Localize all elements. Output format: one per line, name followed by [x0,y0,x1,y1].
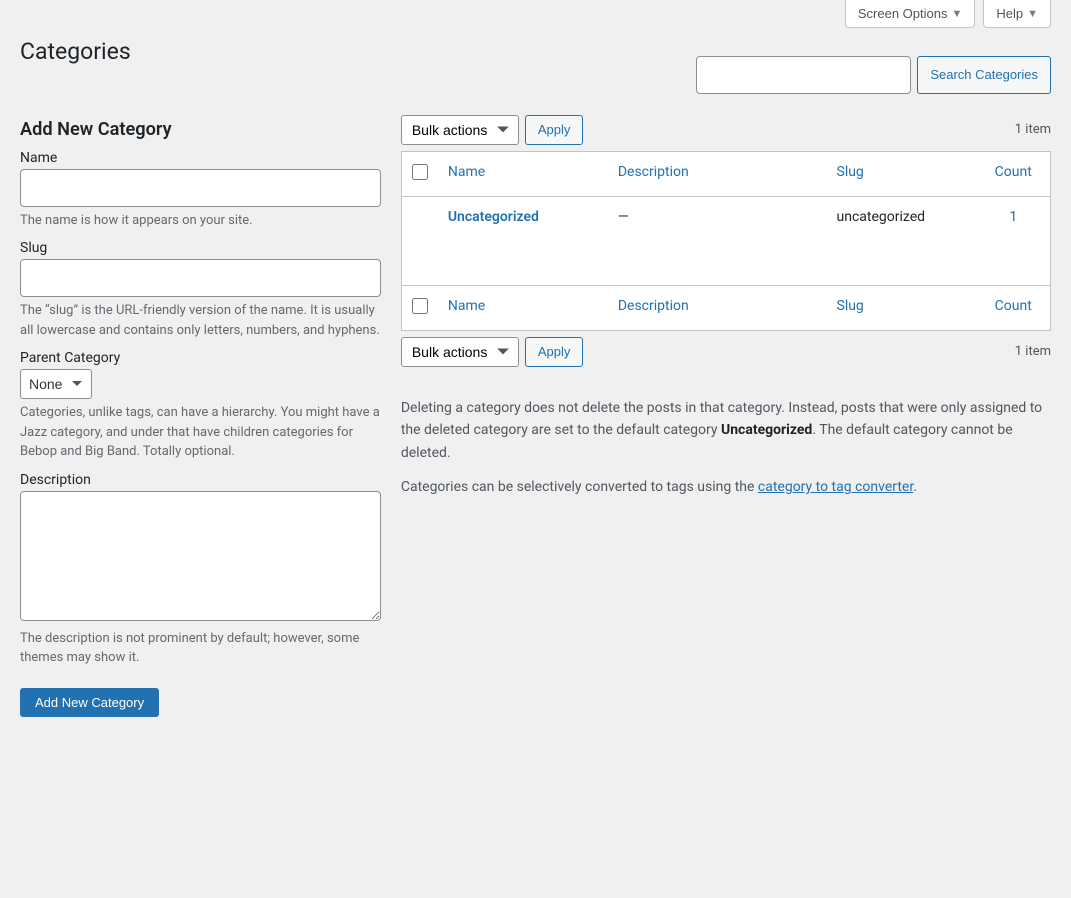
item-count-top: 1 item [1015,122,1051,137]
col-name-foot[interactable]: Name [448,298,485,314]
submit-button[interactable]: Add New Category [20,688,159,717]
item-count-bottom: 1 item [1015,344,1051,359]
chevron-down-icon: ▼ [1027,8,1038,20]
col-count-foot[interactable]: Count [995,298,1032,314]
categories-table: Name Description Slug Count Uncategorize… [401,151,1051,331]
col-name[interactable]: Name [448,164,485,180]
name-help: The name is how it appears on your site. [20,211,381,231]
search-button[interactable]: Search Categories [917,56,1051,94]
col-description[interactable]: Description [618,164,689,180]
col-slug-foot[interactable]: Slug [837,298,864,314]
row-description: — [608,196,827,285]
chevron-down-icon: ▼ [951,8,962,20]
name-label: Name [20,150,381,166]
col-count[interactable]: Count [995,164,1032,180]
description-help: The description is not prominent by defa… [20,629,381,668]
parent-select[interactable]: None [20,369,92,399]
converter-link[interactable]: category to tag converter [758,479,913,495]
description-label: Description [20,472,381,488]
help-label: Help [996,6,1023,21]
screen-options-label: Screen Options [858,6,948,21]
table-row: Uncategorized — uncategorized 1 [401,196,1050,285]
select-all-top[interactable] [412,164,428,180]
slug-label: Slug [20,240,381,256]
col-description-foot[interactable]: Description [618,298,689,314]
apply-bottom[interactable]: Apply [525,337,584,367]
bulk-actions-bottom[interactable]: Bulk actions [401,337,519,367]
slug-help: The “slug” is the URL-friendly version o… [20,301,381,340]
help-tab[interactable]: Help ▼ [983,0,1051,28]
row-slug: uncategorized [827,196,977,285]
parent-label: Parent Category [20,350,381,366]
bulk-actions-top[interactable]: Bulk actions [401,115,519,145]
parent-help: Categories, unlike tags, can have a hier… [20,403,381,462]
apply-top[interactable]: Apply [525,115,584,145]
slug-input[interactable] [20,259,381,297]
notes: Deleting a category does not delete the … [401,397,1051,499]
row-name-link[interactable]: Uncategorized [448,209,539,225]
col-slug[interactable]: Slug [837,164,864,180]
screen-options-tab[interactable]: Screen Options ▼ [845,0,976,28]
description-textarea[interactable] [20,491,381,621]
form-heading: Add New Category [20,119,381,140]
select-all-bottom[interactable] [412,298,428,314]
search-input[interactable] [696,56,911,94]
row-count-link[interactable]: 1 [1009,209,1017,225]
name-input[interactable] [20,169,381,207]
